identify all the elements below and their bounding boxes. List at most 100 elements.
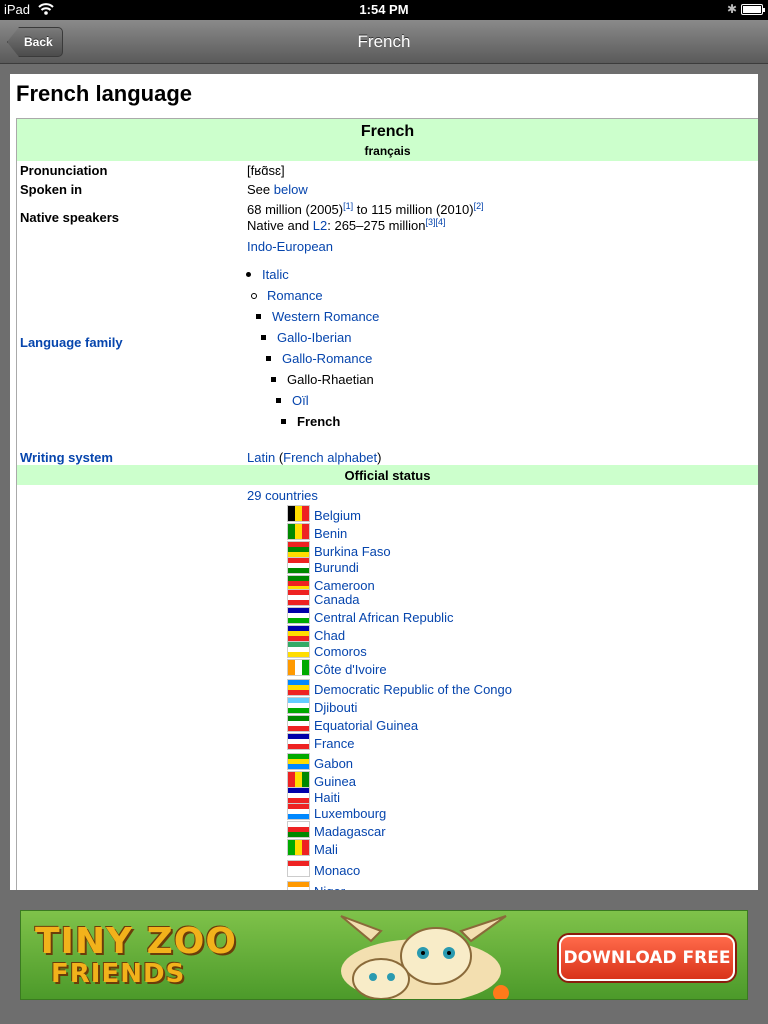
writing-system-value: Latin (French alphabet): [247, 450, 382, 465]
country-link[interactable]: Côte d'Ivoire: [314, 662, 387, 677]
country-link[interactable]: Luxembourg: [314, 806, 386, 821]
country-link[interactable]: Monaco: [314, 863, 360, 878]
country-link[interactable]: Benin: [314, 526, 347, 541]
native-speakers-line2: Native and L2: 265–275 million[3][4]: [247, 217, 446, 234]
flag-icon: [287, 787, 310, 804]
family-item-label: Gallo-Rhaetian: [287, 372, 374, 387]
country-link[interactable]: Djibouti: [314, 700, 357, 715]
page-title: French language: [16, 81, 193, 106]
reference-link-2[interactable]: [2]: [474, 201, 484, 211]
spoken-in-value: See below: [247, 182, 308, 197]
family-item[interactable]: Italic: [246, 267, 289, 282]
country-link[interactable]: Guinea: [314, 774, 356, 789]
ns-text-3: Native and: [247, 218, 313, 233]
country-link[interactable]: Haiti: [314, 790, 340, 805]
navigation-bar: Back French: [0, 20, 768, 64]
fox-mascot-illustration: [340, 915, 509, 999]
infobox-native-name: français: [364, 144, 411, 158]
flag-icon: [287, 679, 310, 696]
official-status-header: Official status: [17, 465, 758, 485]
family-item: Gallo-Rhaetian: [271, 372, 374, 387]
country-link[interactable]: Burundi: [314, 560, 359, 575]
family-root-link[interactable]: Indo-European: [247, 239, 333, 254]
flag-icon: [287, 607, 310, 624]
ns-text-2: to 115 million (2010): [353, 202, 474, 217]
country-link[interactable]: Equatorial Guinea: [314, 718, 418, 733]
advertisement-banner[interactable]: TINY ZOO FRIENDS DOWNLOAD FREE: [20, 910, 748, 1000]
family-item-label[interactable]: Gallo-Iberian: [277, 330, 351, 345]
family-item-label[interactable]: Italic: [262, 267, 289, 282]
ns-text-4: : 265–275 million: [327, 218, 426, 233]
writing-system-label[interactable]: Writing system: [20, 450, 113, 465]
flag-icon: [287, 641, 310, 658]
family-item[interactable]: Romance: [251, 288, 323, 303]
native-speakers-line1: 68 million (2005)[1] to 115 million (201…: [247, 201, 484, 218]
flag-icon: [287, 625, 310, 642]
countries-link[interactable]: 29 countries: [247, 488, 318, 503]
spoken-in-label: Spoken in: [20, 182, 83, 197]
reference-link-1[interactable]: [1]: [343, 201, 353, 211]
french-alphabet-link[interactable]: French alphabet: [283, 450, 377, 465]
battery-icon: [741, 4, 765, 15]
flag-icon: [287, 697, 310, 714]
status-time: 1:54 PM: [359, 2, 409, 17]
article-content[interactable]: French language French français Pronunci…: [10, 74, 758, 890]
infobox: French français Pronunciation [fʁɑ̃sɛ] S…: [16, 118, 758, 890]
nav-title: French: [357, 32, 411, 51]
reference-link-4[interactable]: [4]: [436, 217, 446, 227]
flag-icon: [287, 821, 310, 838]
bluetooth-icon: ✱: [727, 2, 738, 16]
country-link[interactable]: Burkina Faso: [314, 544, 391, 559]
reference-link-3[interactable]: [3]: [426, 217, 436, 227]
country-link[interactable]: Comoros: [314, 644, 367, 659]
pronunciation-label: Pronunciation: [20, 163, 108, 178]
infobox-title: French: [360, 123, 415, 140]
flag-icon: [287, 803, 310, 820]
flag-icon: [287, 541, 310, 558]
country-link[interactable]: Madagascar: [314, 824, 386, 839]
ns-text-1: 68 million (2005): [247, 202, 344, 217]
family-item-label[interactable]: Romance: [267, 288, 323, 303]
ad-brand-line2: FRIENDS: [51, 959, 186, 989]
infobox-header: French français: [17, 119, 758, 161]
family-item-label[interactable]: Gallo-Romance: [282, 351, 372, 366]
flag-icon: [287, 733, 310, 750]
family-item-label[interactable]: Western Romance: [272, 309, 379, 324]
country-link[interactable]: Cameroon: [314, 578, 375, 593]
flag-icon: [287, 860, 310, 877]
country-link[interactable]: Gabon: [314, 756, 353, 771]
language-family-label[interactable]: Language family: [20, 335, 123, 350]
country-link[interactable]: Democratic Republic of the Congo: [314, 682, 512, 697]
country-link[interactable]: Mali: [314, 842, 338, 857]
flag-icon: [287, 523, 310, 540]
family-item-label: French: [297, 414, 341, 429]
family-item[interactable]: Gallo-Iberian: [261, 330, 351, 345]
country-link[interactable]: Niger: [314, 884, 345, 890]
latin-link[interactable]: Latin: [247, 450, 275, 465]
flag-icon: [287, 839, 310, 856]
country-link[interactable]: Canada: [314, 592, 360, 607]
flag-icon: [287, 557, 310, 574]
l2-link[interactable]: L2: [313, 218, 327, 233]
family-item[interactable]: Oïl: [276, 393, 309, 408]
flag-icon: [287, 881, 310, 890]
pronunciation-value: [fʁɑ̃sɛ]: [247, 163, 285, 178]
family-item[interactable]: Western Romance: [256, 309, 379, 324]
country-link[interactable]: Central African Republic: [314, 610, 453, 625]
flag-icon: [287, 505, 310, 522]
status-bar: iPad 1:54 PM ✱: [0, 0, 768, 20]
flag-icon: [287, 771, 310, 788]
native-speakers-label: Native speakers: [20, 210, 120, 225]
ad-brand-line1: TINY ZOO: [35, 921, 237, 962]
family-item-label[interactable]: Oïl: [292, 393, 309, 408]
flag-icon: [287, 659, 310, 676]
family-item: French: [281, 414, 341, 429]
download-free-button[interactable]: DOWNLOAD FREE: [559, 935, 735, 981]
country-link[interactable]: Belgium: [314, 508, 361, 523]
country-link[interactable]: France: [314, 736, 354, 751]
flag-icon: [287, 715, 310, 732]
family-item[interactable]: Gallo-Romance: [266, 351, 372, 366]
flag-icon: [287, 753, 310, 770]
spoken-in-link[interactable]: below: [274, 182, 308, 197]
country-link[interactable]: Chad: [314, 628, 345, 643]
